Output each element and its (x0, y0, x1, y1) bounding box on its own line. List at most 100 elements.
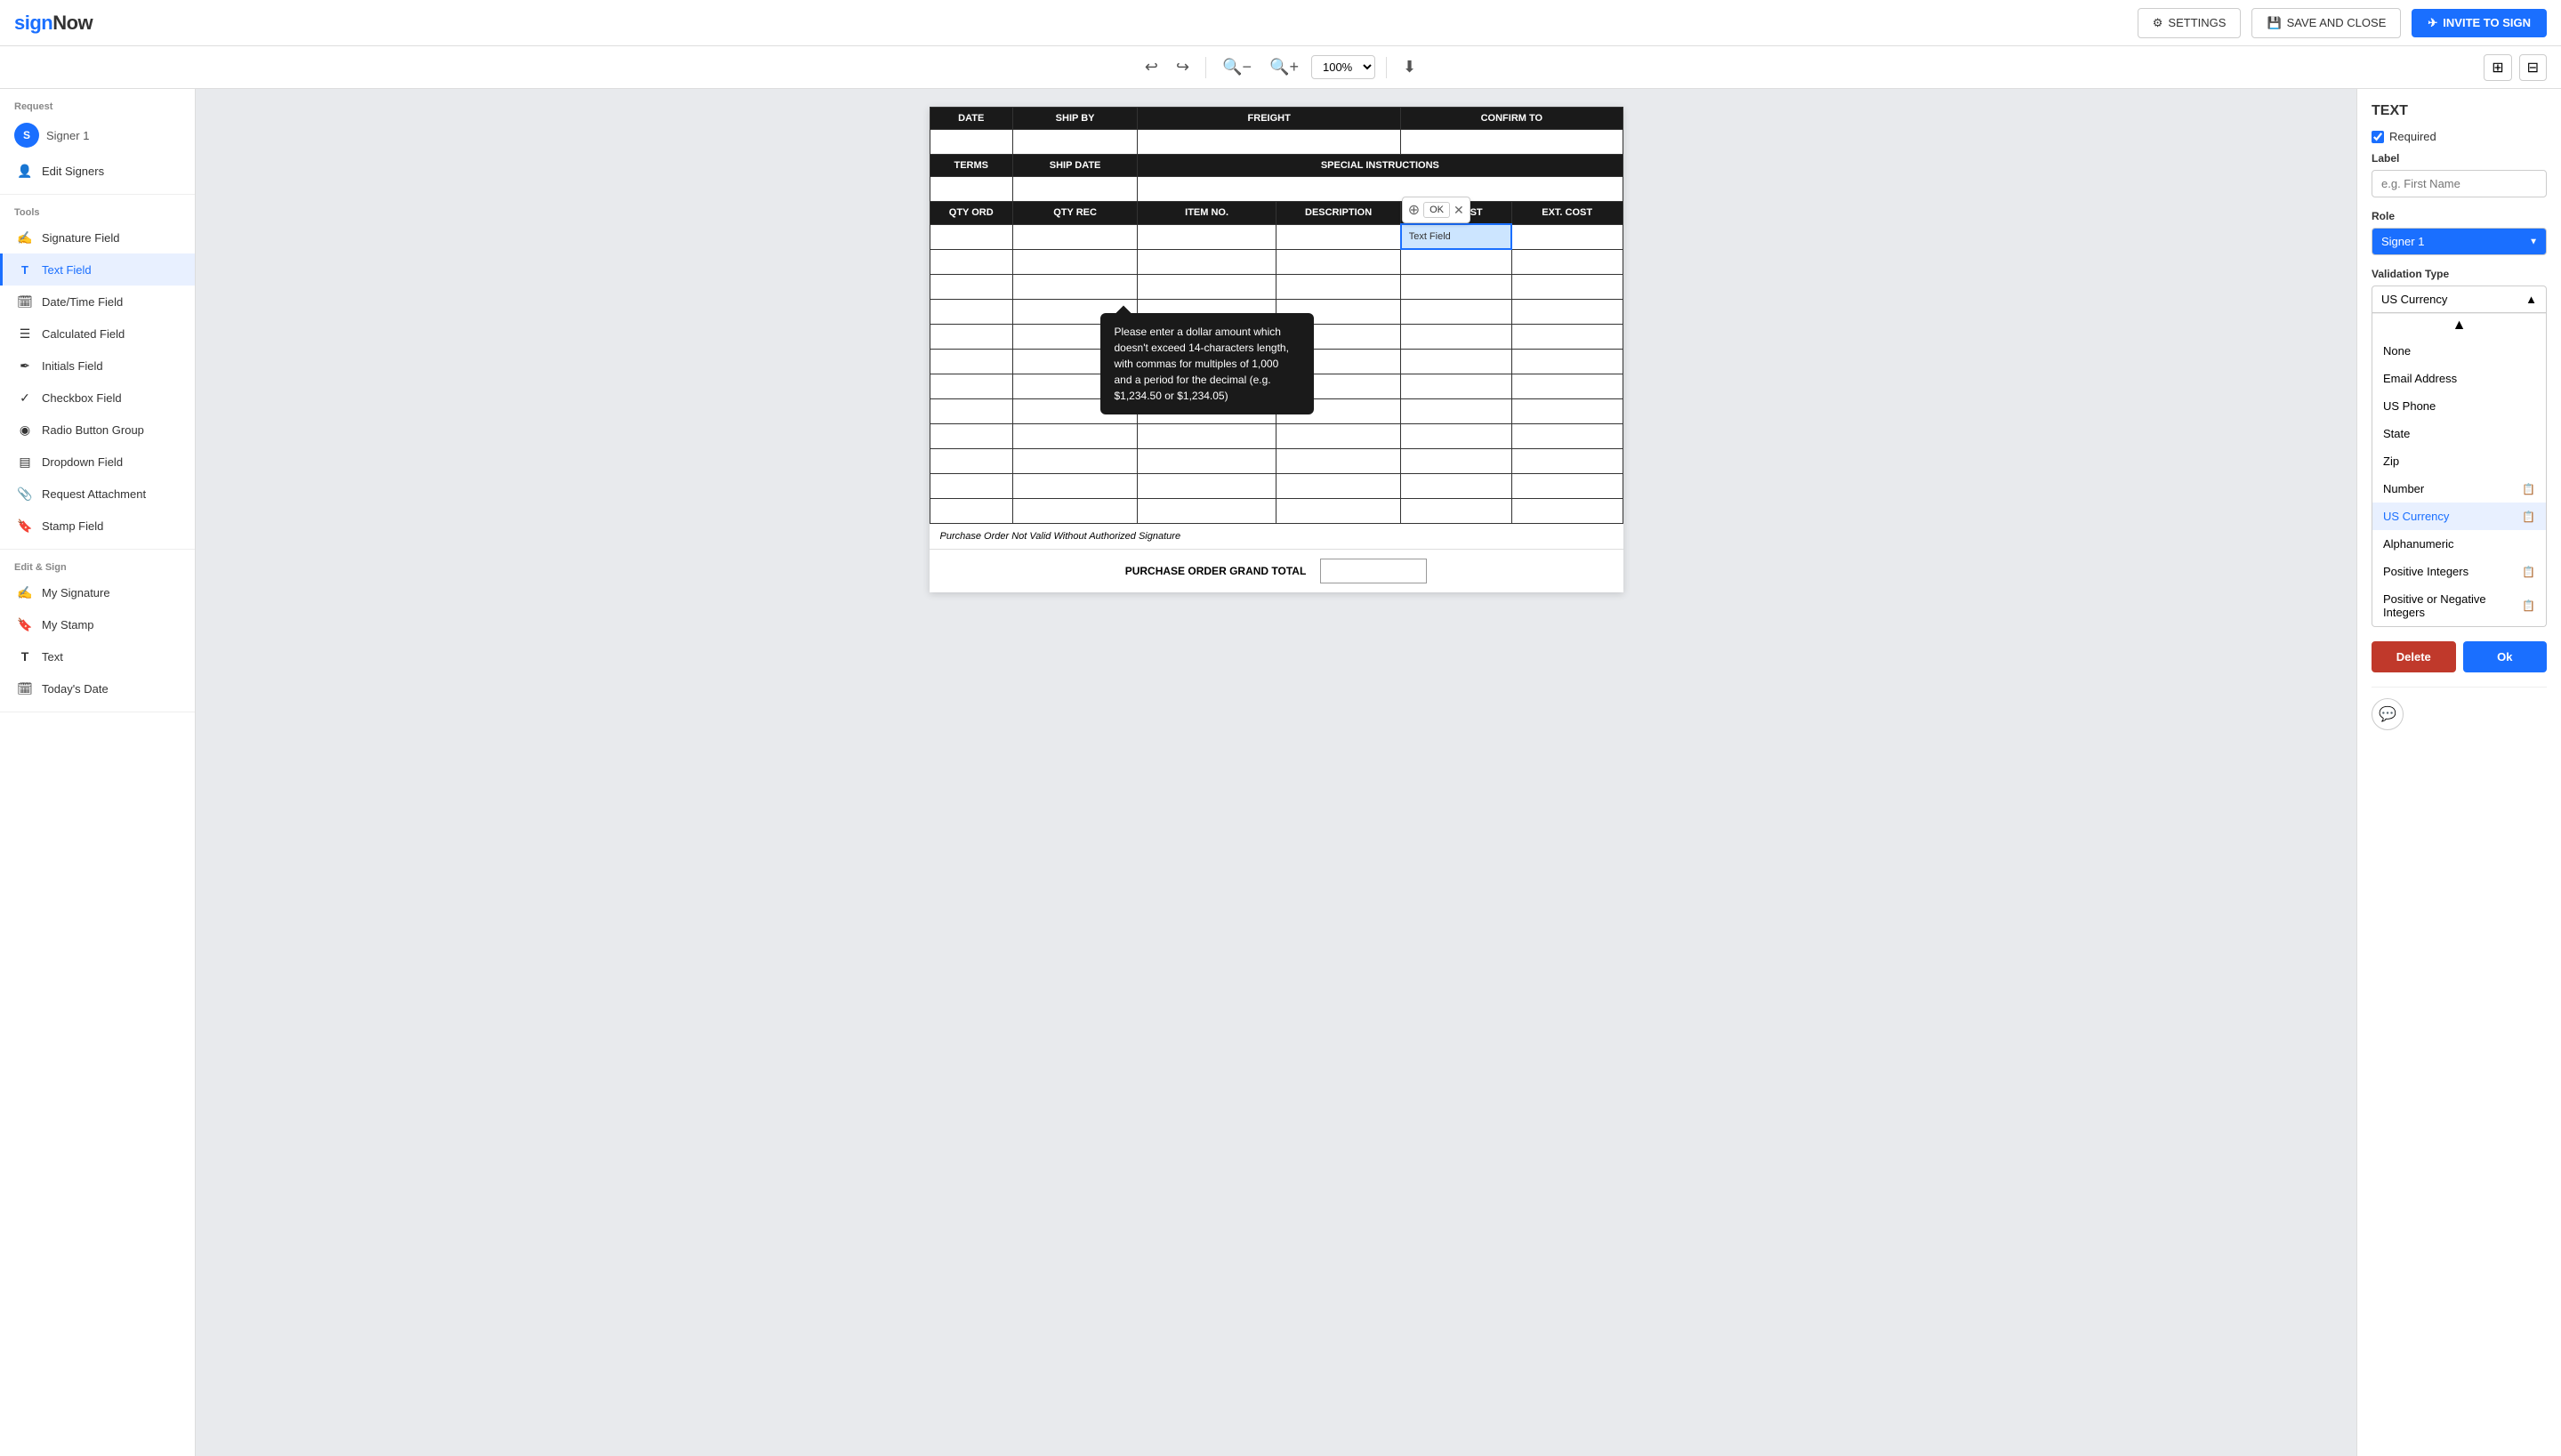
validation-option-positive-int[interactable]: Positive Integers 📋 (2372, 558, 2546, 585)
role-section-title: Role (2372, 210, 2547, 222)
view-toggle-1[interactable]: ⊞ (2484, 54, 2511, 81)
popup-ok-button[interactable]: OK (1423, 202, 1450, 218)
col-terms: TERMS (930, 155, 1012, 177)
my-signature-icon: ✍ (17, 584, 33, 600)
validation-option-pos-neg-int[interactable]: Positive or Negative Integers 📋 (2372, 585, 2546, 626)
move-handle[interactable]: ⊕ (1408, 201, 1420, 219)
popup-close-button[interactable]: ✕ (1454, 203, 1464, 218)
top-header: signNow purchase order template_1_ ⚙ SET… (0, 0, 2561, 46)
col-description: DESCRIPTION (1276, 202, 1400, 225)
view-toggle-2[interactable]: ⊟ (2519, 54, 2547, 81)
validation-tooltip: Please enter a dollar amount which doesn… (1100, 313, 1314, 414)
settings-icon: ⚙ (2153, 16, 2163, 30)
validation-dropdown-header[interactable]: US Currency ▲ (2372, 286, 2547, 313)
sidebar-item-text[interactable]: T Text Field (0, 253, 195, 286)
table-header-row1: DATE SHIP BY FREIGHT CONFIRM TO (930, 108, 1623, 130)
download-button[interactable]: ⬇ (1397, 52, 1421, 82)
invite-to-sign-button[interactable]: ✈ INVITE TO SIGN (2412, 9, 2547, 37)
table-row: ⊕ OK ✕ Text Field (930, 224, 1623, 249)
delete-button[interactable]: Delete (2372, 641, 2456, 672)
ok-button[interactable]: Ok (2463, 641, 2548, 672)
role-select-wrapper: Signer 1 (2372, 228, 2547, 255)
validation-dropdown: ▲ None Email Address US Phone State Zip … (2372, 313, 2547, 627)
sidebar-item-datetime[interactable]: 🗓 Date/Time Field (0, 286, 195, 318)
number-info-icon: 📋 (2522, 483, 2535, 495)
header-actions: ⚙ SETTINGS 💾 SAVE AND CLOSE ✈ INVITE TO … (2138, 8, 2547, 38)
sidebar-item-radio[interactable]: ◉ Radio Button Group (0, 414, 195, 446)
sidebar-item-stamp[interactable]: 🔖 Stamp Field (0, 510, 195, 542)
col-ext-cost: EXT. COST (1511, 202, 1623, 225)
sidebar-item-todays-date[interactable]: 🗓 Today's Date (0, 672, 195, 704)
validation-option-zip[interactable]: Zip (2372, 447, 2546, 475)
validation-option-number[interactable]: Number 📋 (2372, 475, 2546, 503)
role-section: Role Signer 1 (2372, 210, 2547, 255)
panel-title: TEXT (2372, 103, 2547, 119)
cell-freight (1138, 130, 1401, 155)
scroll-up: ▲ (2372, 313, 2546, 337)
pos-neg-int-info-icon: 📋 (2522, 599, 2535, 612)
table-row (930, 473, 1623, 498)
zoom-in-button[interactable]: 🔍+ (1264, 52, 1304, 82)
sidebar-item-checkbox[interactable]: ✓ Checkbox Field (0, 382, 195, 414)
validation-option-none[interactable]: None (2372, 337, 2546, 365)
edit-sign-section: Edit & Sign ✍ My Signature 🔖 My Stamp T … (0, 550, 195, 712)
col-ship-date: SHIP DATE (1012, 155, 1137, 177)
save-and-close-button[interactable]: 💾 SAVE AND CLOSE (2251, 8, 2401, 38)
dropdown-icon: ▤ (17, 454, 33, 470)
col-qty-ord: QTY ORD (930, 202, 1012, 225)
validation-option-currency[interactable]: US Currency 📋 (2372, 503, 2546, 530)
validation-option-phone[interactable]: US Phone (2372, 392, 2546, 420)
redo-button[interactable]: ↪ (1171, 52, 1195, 82)
validation-option-email[interactable]: Email Address (2372, 365, 2546, 392)
table-row (930, 274, 1623, 299)
toolbar: ↩ ↪ 🔍− 🔍+ 100% 50% 75% 125% 150% ⬇ ⊞ ⊟ (0, 46, 2561, 89)
cell-ship-by (1012, 130, 1137, 155)
sidebar-item-calculated[interactable]: ☰ Calculated Field (0, 318, 195, 350)
todays-date-icon: 🗓 (17, 680, 33, 696)
zoom-select[interactable]: 100% 50% 75% 125% 150% (1311, 55, 1375, 79)
calculated-icon: ☰ (17, 326, 33, 342)
chat-button[interactable]: 💬 (2372, 698, 2404, 730)
col-item-no: ITEM NO. (1138, 202, 1276, 225)
text-field-cell: ⊕ OK ✕ Text Field (1401, 224, 1512, 249)
table-row (930, 249, 1623, 274)
undo-button[interactable]: ↩ (1140, 52, 1164, 82)
sidebar-item-my-signature[interactable]: ✍ My Signature (0, 576, 195, 608)
sidebar-item-my-stamp[interactable]: 🔖 My Stamp (0, 608, 195, 640)
save-icon: 💾 (2267, 16, 2281, 30)
grand-total-row: PURCHASE ORDER GRAND TOTAL (930, 549, 1623, 592)
tools-section-title: Tools (0, 202, 195, 221)
sidebar-item-text-edit[interactable]: T Text (0, 640, 195, 672)
signature-icon: ✍ (17, 229, 33, 245)
required-checkbox[interactable] (2372, 131, 2384, 143)
cell-terms (930, 177, 1012, 202)
sidebar-item-signature[interactable]: ✍ Signature Field (0, 221, 195, 253)
edit-signers-item[interactable]: 👤 Edit Signers (0, 155, 195, 187)
tools-section: Tools ✍ Signature Field T Text Field 🗓 D… (0, 195, 195, 550)
col-special: SPECIAL INSTRUCTIONS (1138, 155, 1623, 177)
sidebar-item-initials[interactable]: ✒ Initials Field (0, 350, 195, 382)
radio-icon: ◉ (17, 422, 33, 438)
zoom-out-button[interactable]: 🔍− (1217, 52, 1257, 82)
col-date: DATE (930, 108, 1012, 130)
sidebar-item-attachment[interactable]: 📎 Request Attachment (0, 478, 195, 510)
signer-item[interactable]: S Signer 1 (0, 116, 195, 155)
validation-section-title: Validation Type (2372, 268, 2547, 280)
label-input[interactable] (2372, 170, 2547, 197)
table-data-row1 (930, 130, 1623, 155)
field-popup: ⊕ OK ✕ (1402, 197, 1470, 223)
text-edit-icon: T (17, 648, 33, 664)
canvas-area[interactable]: DATE SHIP BY FREIGHT CONFIRM TO TERMS SH… (196, 89, 2356, 1456)
grand-total-input[interactable] (1320, 559, 1427, 583)
invite-icon: ✈ (2428, 16, 2437, 30)
sidebar-item-dropdown[interactable]: ▤ Dropdown Field (0, 446, 195, 478)
validation-option-alphanumeric[interactable]: Alphanumeric (2372, 530, 2546, 558)
settings-button[interactable]: ⚙ SETTINGS (2138, 8, 2242, 38)
col-freight: FREIGHT (1138, 108, 1401, 130)
doc-title-input[interactable]: purchase order template_1_ (107, 15, 2123, 31)
table-row (930, 498, 1623, 523)
table-row (930, 423, 1623, 448)
validation-option-state[interactable]: State (2372, 420, 2546, 447)
toolbar-right: ⊞ ⊟ (2484, 54, 2547, 81)
role-select[interactable]: Signer 1 (2372, 228, 2547, 255)
